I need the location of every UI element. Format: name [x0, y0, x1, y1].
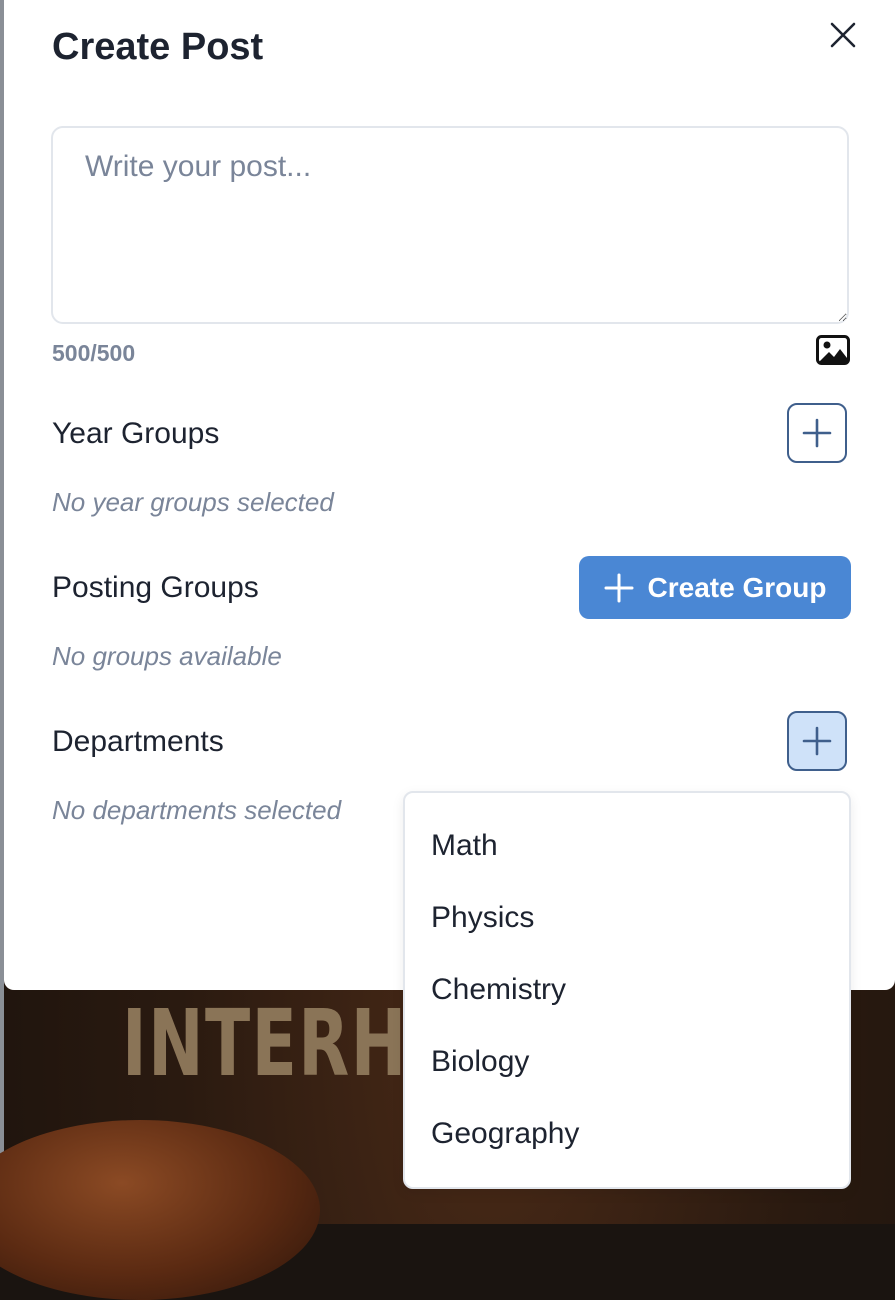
modal-title: Create Post [52, 26, 264, 68]
department-option-chemistry[interactable]: Chemistry [431, 973, 566, 1007]
plus-icon [802, 726, 832, 756]
year-groups-label: Year Groups [52, 417, 220, 450]
department-option-geography[interactable]: Geography [431, 1117, 579, 1151]
add-image-button[interactable] [816, 335, 852, 369]
departments-empty-text: No departments selected [52, 795, 342, 825]
add-department-button[interactable] [787, 711, 847, 771]
departments-label: Departments [52, 725, 224, 758]
background-glove-image [0, 1120, 320, 1300]
create-group-button-label: Create Group [647, 571, 827, 603]
image-icon [816, 335, 850, 365]
posting-groups-label: Posting Groups [52, 571, 259, 604]
department-option-math[interactable]: Math [431, 829, 498, 863]
department-option-physics[interactable]: Physics [431, 901, 534, 935]
post-text-input[interactable] [51, 126, 849, 324]
plus-icon [604, 573, 634, 602]
departments-dropdown-menu: Math Physics Chemistry Biology Geography [403, 791, 851, 1189]
department-option-biology[interactable]: Biology [431, 1045, 529, 1079]
year-groups-empty-text: No year groups selected [52, 487, 334, 517]
add-year-group-button[interactable] [787, 403, 847, 463]
character-count: 500/500 [52, 340, 136, 366]
close-icon [830, 22, 856, 48]
create-group-button[interactable]: Create Group [579, 556, 851, 619]
plus-icon [802, 418, 832, 448]
posting-groups-empty-text: No groups available [52, 641, 282, 671]
close-button[interactable] [824, 16, 862, 54]
